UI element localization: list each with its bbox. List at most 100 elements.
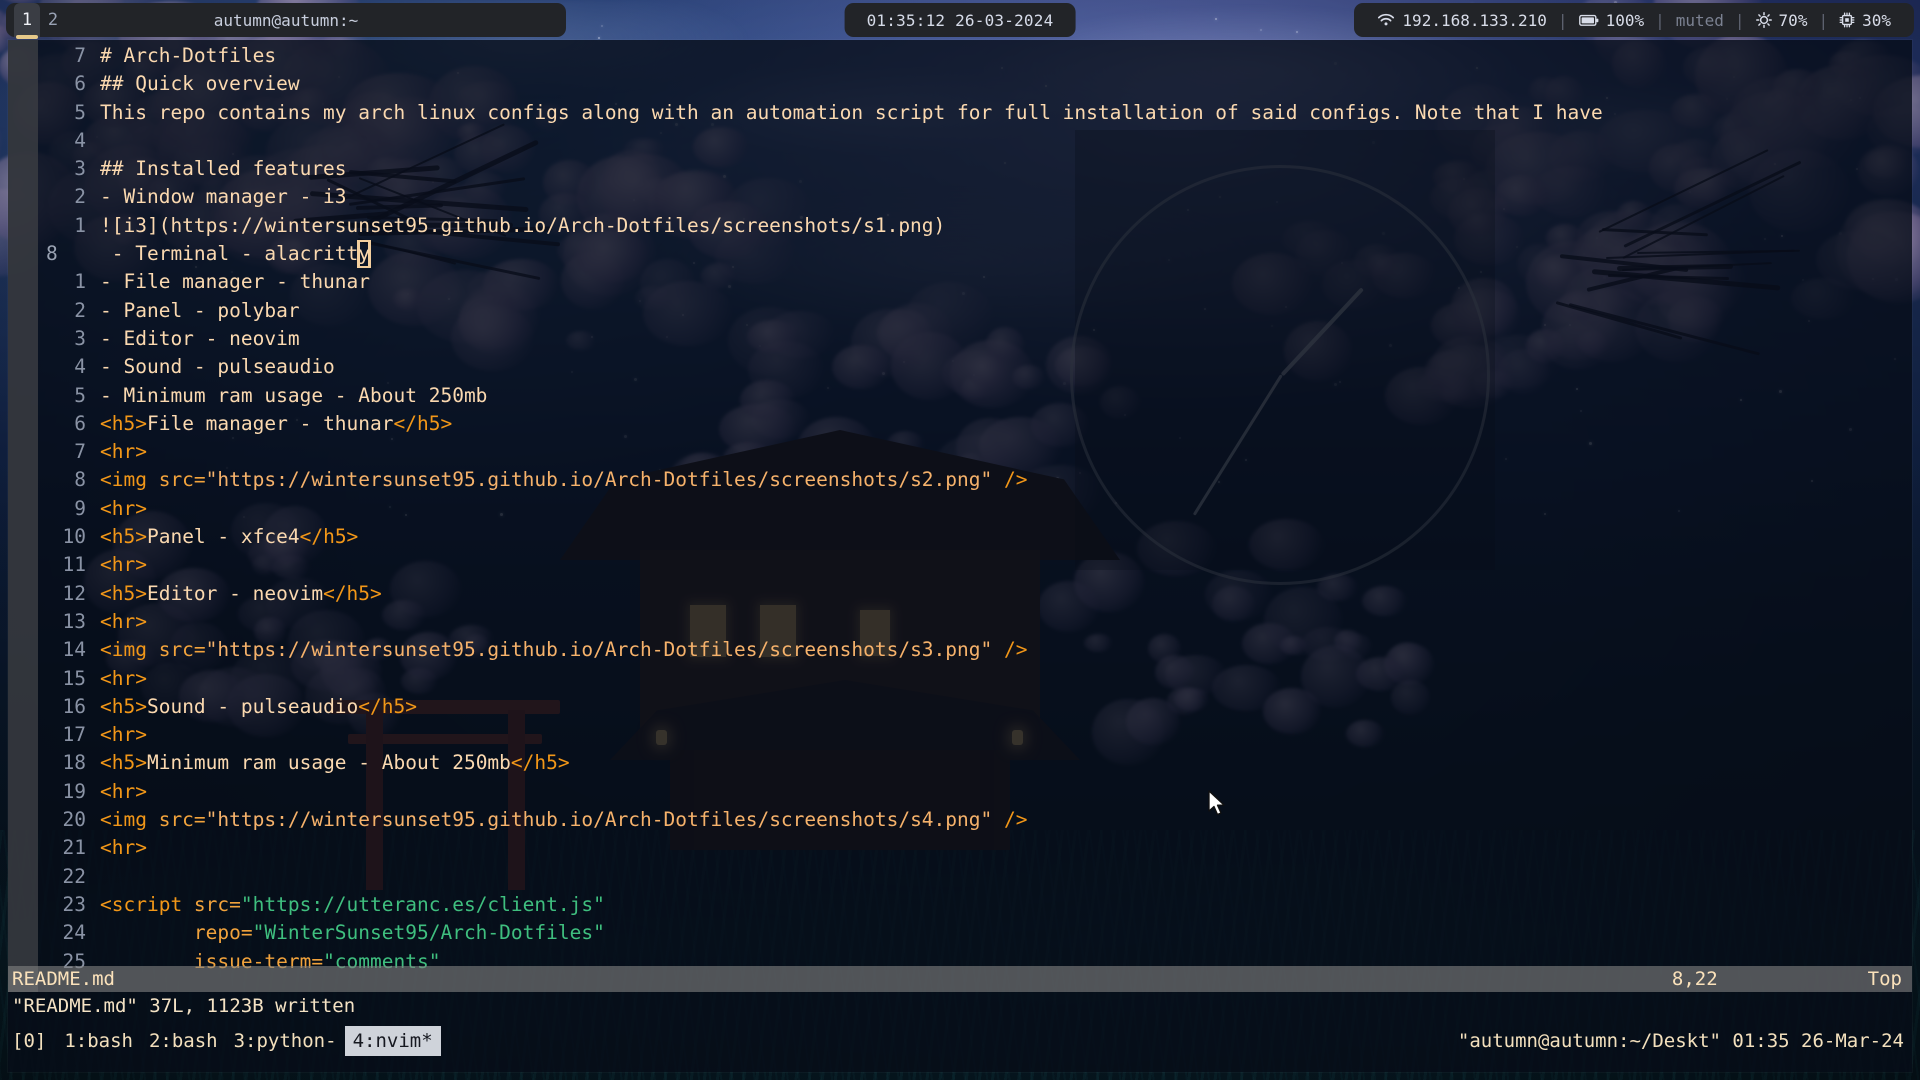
line-number: 8 xyxy=(74,468,86,492)
line-text: <hr> xyxy=(100,438,1912,466)
code-line[interactable]: 1 ![i3](https://wintersunset95.github.io/… xyxy=(38,212,1912,240)
code-line[interactable]: 23 <script src="https://utteranc.es/clien… xyxy=(38,891,1912,919)
wifi-icon xyxy=(1377,13,1395,27)
code-span: <img xyxy=(100,468,159,492)
mouse-cursor xyxy=(1208,790,1228,822)
code-line[interactable]: 4 - Sound - pulseaudio xyxy=(38,353,1912,381)
cpu-module[interactable]: 30% xyxy=(1830,11,1900,30)
code-span: # Arch-Dotfiles xyxy=(100,44,277,67)
tray-separator-4: | xyxy=(1818,10,1829,30)
polybar-left-section: 12 autumn@autumn:~ xyxy=(6,3,566,39)
code-line[interactable]: 5 This repo contains my arch linux config… xyxy=(38,99,1912,127)
neovim-command-line: "README.md" 37L, 1123B written xyxy=(12,994,356,1017)
line-text: <hr> xyxy=(100,551,1912,579)
line-number: 4 xyxy=(74,355,86,379)
code-line[interactable]: 4 xyxy=(38,127,1912,155)
code-span: /> xyxy=(992,808,1028,832)
line-number: 12 xyxy=(62,581,86,605)
network-address: 192.168.133.210 xyxy=(1402,10,1547,30)
code-span: <h5> xyxy=(100,525,147,549)
code-line[interactable]: 18 <h5>Minimum ram usage - About 250mb</h… xyxy=(38,749,1912,777)
workspace-list[interactable]: 12 xyxy=(14,3,66,39)
neovim-buffer[interactable]: 7 # Arch-Dotfiles 6 ## Quick overview 5 This … xyxy=(8,40,1912,992)
code-line[interactable]: 6 <h5>File manager - thunar</h5> xyxy=(38,410,1912,438)
battery-percent: 100% xyxy=(1605,10,1645,30)
code-line[interactable]: 10 <h5>Panel - xfce4</h5> xyxy=(38,523,1912,551)
line-number: 5 xyxy=(74,100,86,124)
code-line[interactable]: 22 xyxy=(38,863,1912,891)
line-text: <img src="https://wintersunset95.github.… xyxy=(100,636,1912,664)
line-text: <hr> xyxy=(100,778,1912,806)
cpu-icon xyxy=(1839,12,1855,28)
code-line[interactable]: 15 <hr> xyxy=(38,665,1912,693)
code-line[interactable]: 20 <img src="https://wintersunset95.githu… xyxy=(38,806,1912,834)
code-span: /> xyxy=(992,468,1028,492)
code-line[interactable]: 2 - Panel - polybar xyxy=(38,297,1912,325)
line-number: 7 xyxy=(74,44,86,67)
code-line[interactable]: 7 # Arch-Dotfiles xyxy=(38,42,1912,70)
tmux-window-list[interactable]: [0] 1:bash 2:bash 3:python- 4:nvim* xyxy=(8,1025,441,1057)
code-line[interactable]: 19 <hr> xyxy=(38,778,1912,806)
code-line[interactable]: 3 ## Installed features xyxy=(38,155,1912,183)
code-line[interactable]: 9 <hr> xyxy=(38,495,1912,523)
brightness-icon xyxy=(1755,12,1772,28)
line-number: 16 xyxy=(62,694,86,718)
line-text: <img src="https://wintersunset95.github.… xyxy=(100,466,1912,494)
line-number: 7 xyxy=(74,440,86,464)
line-number: 11 xyxy=(62,553,86,577)
tmux-window-1-bash[interactable]: 1:bash xyxy=(56,1026,141,1056)
code-span: <hr> xyxy=(100,723,147,747)
workspace-button-1[interactable]: 1 xyxy=(14,3,40,39)
code-line-cursor[interactable]: 8 - Terminal - alacritty xyxy=(38,240,1912,269)
code-line[interactable]: 21 <hr> xyxy=(38,834,1912,862)
active-window-title: autumn@autumn:~ xyxy=(213,10,359,30)
code-span: <img xyxy=(100,808,159,832)
code-span: - Minimum ram usage - About 250mb xyxy=(100,383,488,407)
code-line[interactable]: 11 <hr> xyxy=(38,551,1912,579)
code-span: <hr> xyxy=(100,666,147,690)
code-line[interactable]: 14 <img src="https://wintersunset95.githu… xyxy=(38,636,1912,664)
cpu-percent: 30% xyxy=(1862,10,1891,30)
tmux-window-4-nvim-[interactable]: 4:nvim* xyxy=(344,1025,441,1057)
code-span: ## Installed features xyxy=(100,157,347,181)
code-lines[interactable]: 7 # Arch-Dotfiles 6 ## Quick overview 5 This … xyxy=(38,42,1912,976)
tray-separator-1: | xyxy=(1557,10,1568,30)
tray-separator-2: | xyxy=(1655,10,1665,30)
workspace-button-2[interactable]: 2 xyxy=(40,3,66,37)
code-line[interactable]: 1 - File manager - thunar xyxy=(38,268,1912,296)
volume-module[interactable]: muted xyxy=(1667,11,1733,30)
statusline-cursor-position: 8,22 xyxy=(1671,967,1718,990)
code-span: - File manager - thunar xyxy=(100,270,371,294)
line-number: 6 xyxy=(74,411,86,435)
code-span: <h5> xyxy=(100,751,147,775)
code-line[interactable]: 5 - Minimum ram usage - About 250mb xyxy=(38,382,1912,410)
tmux-window-2-bash[interactable]: 2:bash xyxy=(141,1026,226,1056)
code-line[interactable]: 8 <img src="https://wintersunset95.github… xyxy=(38,466,1912,494)
code-span: ![i3](https://wintersunset95.github.io/A… xyxy=(100,213,946,237)
polybar-clock[interactable]: 01:35:12 26-03-2024 xyxy=(844,3,1076,37)
code-span: - Terminal - alacritt xyxy=(100,242,359,266)
code-line[interactable]: 6 ## Quick overview xyxy=(38,70,1912,98)
code-line[interactable]: 3 - Editor - neovim xyxy=(38,325,1912,353)
polybar: 12 autumn@autumn:~ 01:35:12 26-03-2024 1… xyxy=(0,0,1920,40)
code-line[interactable]: 24 repo="WinterSunset95/Arch-Dotfiles" xyxy=(38,919,1912,947)
code-line[interactable]: 13 <hr> xyxy=(38,608,1912,636)
code-line[interactable]: 12 <h5>Editor - neovim</h5> xyxy=(38,580,1912,608)
line-text: - Window manager - i3 xyxy=(100,183,1912,211)
battery-module[interactable]: 100% xyxy=(1570,11,1654,30)
code-line[interactable]: 2 - Window manager - i3 xyxy=(38,183,1912,211)
brightness-module[interactable]: 70% xyxy=(1747,11,1817,30)
polybar-tray: 192.168.133.210 | 100% | muted | 70% | 3… xyxy=(1354,3,1914,37)
alacritty-terminal-window[interactable]: 7 # Arch-Dotfiles 6 ## Quick overview 5 This … xyxy=(8,40,1912,1072)
code-span: File manager - thunar xyxy=(146,411,394,435)
line-number: 9 xyxy=(74,496,86,520)
network-module[interactable]: 192.168.133.210 xyxy=(1368,11,1556,30)
line-text: <hr> xyxy=(100,608,1912,636)
tmux-window-3-python-[interactable]: 3:python- xyxy=(226,1026,345,1056)
volume-status: muted xyxy=(1675,10,1724,30)
code-line[interactable]: 16 <h5>Sound - pulseaudio</h5> xyxy=(38,693,1912,721)
line-number: 5 xyxy=(74,383,86,407)
code-line[interactable]: 17 <hr> xyxy=(38,721,1912,749)
battery-icon xyxy=(1578,14,1599,27)
code-line[interactable]: 7 <hr> xyxy=(38,438,1912,466)
